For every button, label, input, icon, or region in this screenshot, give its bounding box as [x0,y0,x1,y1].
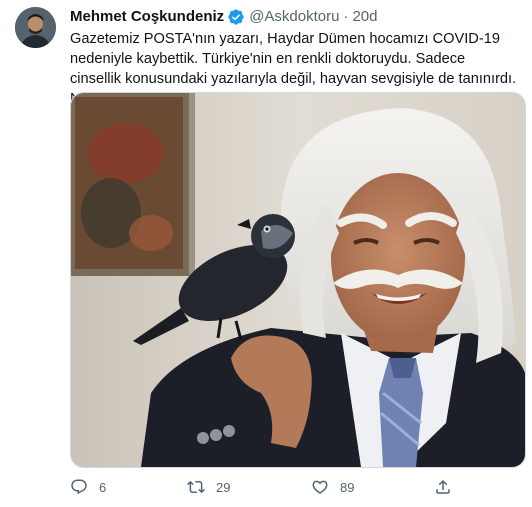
verified-badge-icon [227,8,245,26]
avatar-image [15,7,56,48]
share-icon [436,479,450,494]
tweet: Mehmet Coşkundeniz @Askdoktoru · 20d Gaz… [0,0,532,507]
like-count: 89 [340,479,355,495]
reply-icon [71,479,87,495]
retweet-count: 29 [216,479,231,495]
retweet-button[interactable]: 29 [187,477,230,497]
share-button[interactable] [434,477,452,497]
display-name[interactable]: Mehmet Coşkundeniz [70,7,224,27]
reply-count: 6 [99,479,107,495]
tweet-actions: 6 29 89 [70,477,520,497]
tweet-media-image[interactable] [70,92,526,468]
reply-button[interactable]: 6 [70,477,106,497]
like-button[interactable]: 89 [311,477,354,497]
photo-of-man-with-bird [71,93,525,467]
timestamp[interactable]: 20d [352,7,377,27]
tweet-header: Mehmet Coşkundeniz @Askdoktoru · 20d [70,7,377,27]
avatar[interactable] [15,7,56,48]
retweet-icon [187,480,205,494]
user-handle[interactable]: @Askdoktoru [249,7,339,27]
separator-dot: · [343,8,349,25]
heart-icon [312,480,328,494]
